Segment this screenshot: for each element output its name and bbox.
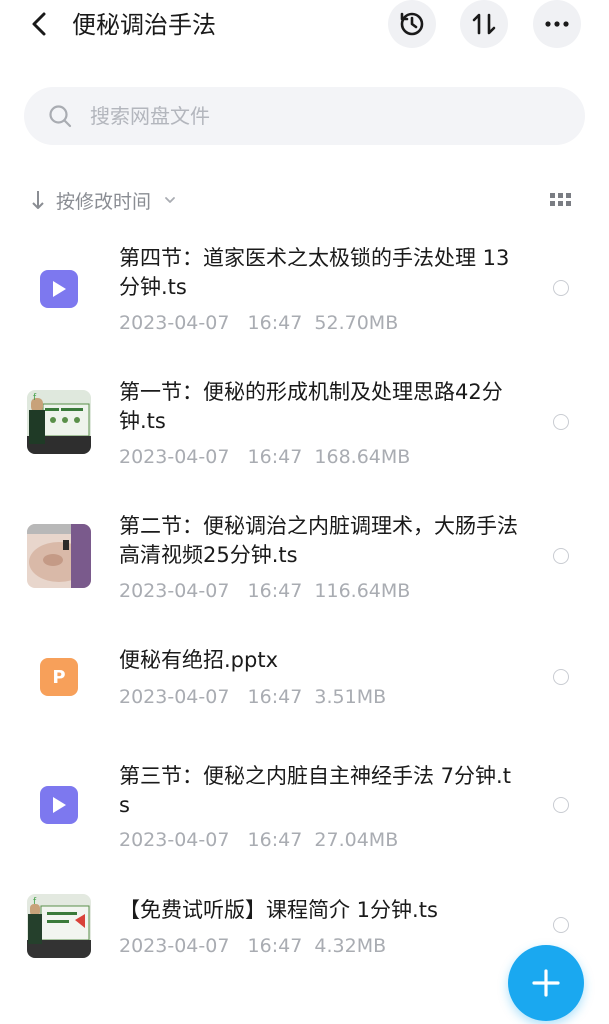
file-date: 2023-04-07 <box>119 829 230 851</box>
file-size: 27.04MB <box>314 829 399 851</box>
transfer-button[interactable] <box>460 0 508 48</box>
file-date: 2023-04-07 <box>119 312 230 334</box>
select-radio[interactable] <box>553 280 569 296</box>
file-time: 16:47 <box>247 446 303 468</box>
video-thumbnail <box>27 524 91 588</box>
page-title: 便秘调治手法 <box>72 11 216 39</box>
sort-selector[interactable]: 按修改时间 <box>30 186 177 214</box>
file-row[interactable]: f 第一节：便秘的形成机制及处理思路42分钟.ts 2023-04-07 16:… <box>0 374 609 484</box>
file-time: 16:47 <box>247 580 303 602</box>
clock-history-icon <box>400 12 424 36</box>
select-radio[interactable] <box>553 917 569 933</box>
file-date: 2023-04-07 <box>119 580 230 602</box>
file-meta: 2023-04-07 16:47 4.32MB <box>119 933 386 959</box>
file-meta: 2023-04-07 16:47 116.64MB <box>119 578 410 604</box>
file-name: 第一节：便秘的形成机制及处理思路42分钟.ts <box>119 380 503 433</box>
file-name: 第三节：便秘之内脏自主神经手法 7分钟.ts <box>119 764 511 817</box>
back-arrow-icon[interactable] <box>26 8 54 40</box>
ppt-file-icon: P <box>40 658 78 696</box>
file-date: 2023-04-07 <box>119 446 230 468</box>
video-thumbnail: f <box>27 390 91 454</box>
select-radio[interactable] <box>553 669 569 685</box>
file-date: 2023-04-07 <box>119 935 230 957</box>
select-radio[interactable] <box>553 548 569 564</box>
file-row[interactable]: 第三节：便秘之内脏自主神经手法 7分钟.ts 2023-04-07 16:47 … <box>0 760 609 870</box>
file-size: 168.64MB <box>314 446 411 468</box>
search-input[interactable] <box>90 99 550 133</box>
file-size: 4.32MB <box>314 935 387 957</box>
search-icon <box>49 105 72 128</box>
grid-view-icon[interactable] <box>549 191 573 209</box>
more-button[interactable] <box>533 0 581 48</box>
file-meta: 2023-04-07 16:47 3.51MB <box>119 684 386 710</box>
more-dots-icon <box>545 21 569 27</box>
plus-icon <box>532 969 560 997</box>
file-meta: 2023-04-07 16:47 52.70MB <box>119 310 398 336</box>
select-radio[interactable] <box>553 797 569 813</box>
file-name: 【免费试听版】课程简介 1分钟.ts <box>119 898 438 922</box>
file-name: 第四节：道家医术之太极锁的手法处理 13分钟.ts <box>119 246 510 299</box>
video-file-icon <box>40 270 78 308</box>
sort-label: 按修改时间 <box>56 190 152 213</box>
up-down-arrows-icon <box>472 13 496 35</box>
file-date: 2023-04-07 <box>119 686 230 708</box>
sort-down-arrow-icon <box>32 191 44 209</box>
file-time: 16:47 <box>247 829 303 851</box>
select-radio[interactable] <box>553 414 569 430</box>
top-bar: 便秘调治手法 <box>0 0 609 52</box>
file-row[interactable]: 第四节：道家医术之太极锁的手法处理 13分钟.ts 2023-04-07 16:… <box>0 238 609 348</box>
file-time: 16:47 <box>247 312 303 334</box>
file-size: 3.51MB <box>314 686 387 708</box>
add-button[interactable] <box>508 945 584 1021</box>
video-thumbnail: f <box>27 894 91 958</box>
file-name: 第二节：便秘调治之内脏调理术，大肠手法 高清视频25分钟.ts <box>119 514 518 567</box>
chevron-down-icon <box>165 197 175 203</box>
file-size: 52.70MB <box>314 312 399 334</box>
file-time: 16:47 <box>247 935 303 957</box>
file-size: 116.64MB <box>314 580 411 602</box>
search-bar[interactable] <box>24 87 585 145</box>
video-file-icon <box>40 786 78 824</box>
file-row[interactable]: 第二节：便秘调治之内脏调理术，大肠手法 高清视频25分钟.ts 2023-04-… <box>0 508 609 618</box>
file-meta: 2023-04-07 16:47 27.04MB <box>119 827 398 853</box>
history-button[interactable] <box>388 0 436 48</box>
file-meta: 2023-04-07 16:47 168.64MB <box>119 444 410 470</box>
file-time: 16:47 <box>247 686 303 708</box>
file-name: 便秘有绝招.pptx <box>119 648 278 672</box>
file-row[interactable]: P 便秘有绝招.pptx 2023-04-07 16:47 3.51MB <box>0 642 609 722</box>
